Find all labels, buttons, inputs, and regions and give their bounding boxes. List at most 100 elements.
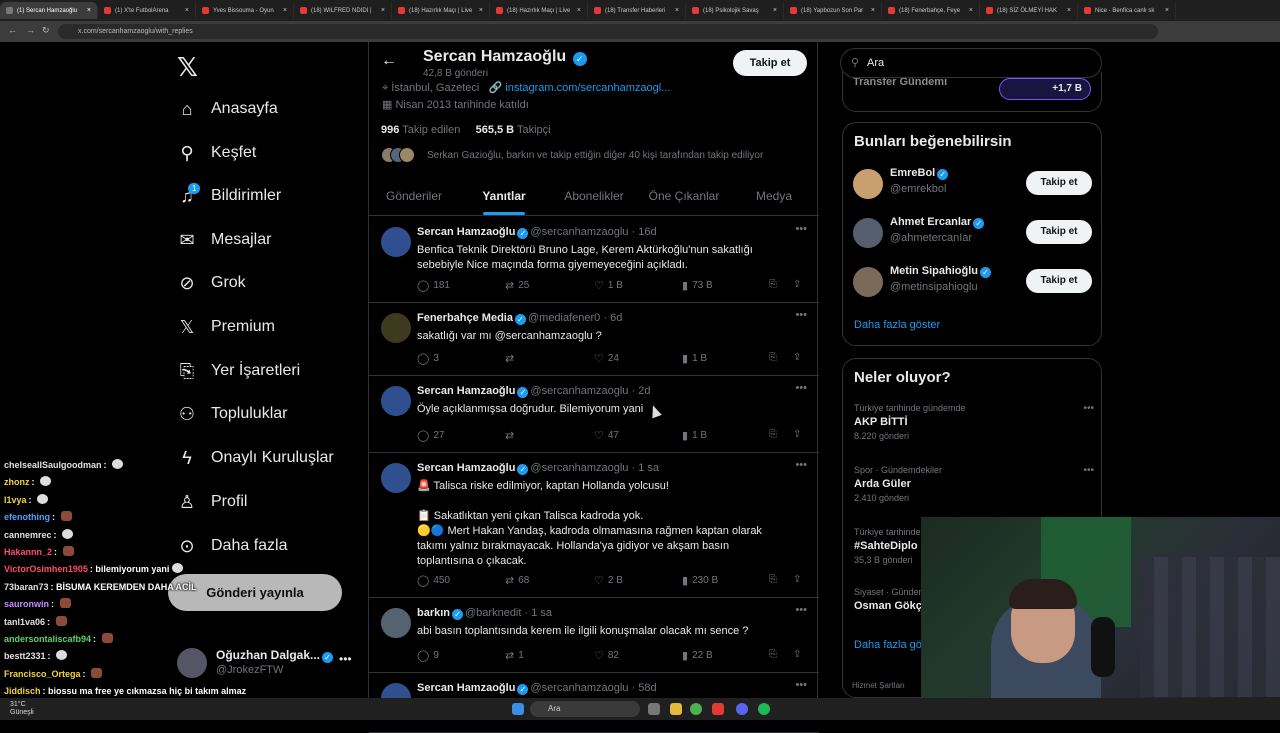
browser-tab[interactable]: (18) Hazırlık Maçı | Live × (392, 2, 490, 19)
tweet-time[interactable]: 2d (638, 385, 650, 397)
back-arrow-icon[interactable]: ← (8, 25, 17, 35)
suggestion-item[interactable]: EmreBol ✓ @emrekbol Takip et (843, 163, 1103, 203)
replies-action[interactable]: ◯ 27 (417, 429, 444, 442)
nav-item-10[interactable]: ♙ Profil (176, 487, 248, 517)
tweet-time[interactable]: 1 sa (531, 607, 552, 619)
follow-button[interactable]: Takip et (1026, 269, 1092, 293)
bookmark-icon[interactable]: ⎘ (769, 574, 777, 585)
address-bar[interactable]: x.com/sercanhamzaoglu/with_replies (58, 24, 1158, 39)
avatar[interactable] (381, 313, 411, 343)
reposts-action[interactable]: ⇄ (505, 352, 518, 365)
browser-tab[interactable]: (18) WILFRED NDIDI | × (294, 2, 392, 19)
known-followers[interactable]: Serkan Gazioğlu, barkın ve takip ettiğin… (381, 147, 763, 163)
tweet[interactable]: barkın ✓ @barknedit · 1 sa ••• abi basın top… (369, 598, 819, 673)
browser-tab[interactable]: (18) Fenerbahçe, Feye × (882, 2, 980, 19)
tab-2[interactable]: Yanıtlar (459, 176, 549, 215)
views-action[interactable]: ▮ 1 B (682, 352, 707, 365)
tweet[interactable]: Fenerbahçe Media ✓ @mediafener0 · 6d ••• sak… (369, 303, 819, 376)
close-icon[interactable]: × (87, 7, 91, 14)
bookmark-icon[interactable]: ⎘ (769, 279, 777, 290)
tweet-author[interactable]: Sercan Hamzaoğlu (417, 385, 515, 397)
chrome-icon[interactable] (690, 703, 702, 715)
avatar[interactable] (853, 267, 883, 297)
replies-action[interactable]: ◯ 181 (417, 279, 450, 292)
reposts-action[interactable]: ⇄ 25 (505, 279, 529, 292)
replies-action[interactable]: ◯ 450 (417, 574, 450, 587)
more-dots-icon[interactable]: ••• (339, 652, 352, 666)
likes-action[interactable]: ♡ 47 (594, 429, 619, 442)
browser-tab[interactable]: Yves Bissouma - Oyun × (196, 2, 294, 19)
close-icon[interactable]: × (675, 7, 679, 14)
avatar[interactable] (381, 227, 411, 257)
more-dots-icon[interactable]: ••• (795, 309, 807, 321)
replies-action[interactable]: ◯ 9 (417, 649, 439, 662)
nav-item-7[interactable]: ⎘ Yer İşaretleri (176, 356, 300, 386)
tweet[interactable]: Sercan Hamzaoğlu ✓ @sercanhamzaoglu · 16d •… (369, 217, 819, 303)
nav-item-2[interactable]: ⚲ Keşfet (176, 138, 256, 168)
reposts-action[interactable]: ⇄ 68 (505, 574, 529, 587)
close-icon[interactable]: × (479, 7, 483, 14)
followers-stat[interactable]: 565,5 B Takipçi (476, 124, 551, 136)
avatar[interactable] (381, 608, 411, 638)
likes-action[interactable]: ♡ 24 (594, 352, 619, 365)
tab-5[interactable]: Medya (729, 176, 819, 215)
likes-action[interactable]: ♡ 2 B (594, 574, 623, 587)
tweet-time[interactable]: 16d (638, 226, 656, 238)
tweet[interactable]: Sercan Hamzaoğlu ✓ @sercanhamzaoglu · 2d ••… (369, 376, 819, 453)
back-arrow-icon[interactable]: ← (381, 52, 397, 70)
spotify-icon[interactable] (758, 703, 770, 715)
x-logo-icon[interactable]: 𝕏 (177, 52, 198, 83)
browser-tab[interactable]: Nice - Benfica canlı sk × (1078, 2, 1176, 19)
more-dots-icon[interactable]: ••• (795, 604, 807, 616)
footer-terms-link[interactable]: Hizmet Şartları (852, 681, 905, 690)
nav-item-9[interactable]: ϟ Onaylı Kuruluşlar (176, 443, 333, 473)
nav-item-3[interactable]: ♫ Bildirimler 1 (176, 181, 281, 211)
show-more-link[interactable]: Daha fazla göster (854, 319, 940, 331)
tweet-author[interactable]: barkın (417, 607, 450, 619)
follow-button[interactable]: Takip et (733, 50, 807, 76)
suggestion-item[interactable]: Metin Sipahioğlu ✓ @metinsipahioglu Takip e… (843, 261, 1103, 301)
discord-icon[interactable] (736, 703, 748, 715)
nav-item-4[interactable]: ✉ Mesajlar (176, 225, 271, 255)
close-icon[interactable]: × (1067, 7, 1071, 14)
avatar[interactable] (381, 463, 411, 493)
account-switcher[interactable]: Oğuzhan Dalgak... ✓ @JrokezFTW ••• (177, 646, 357, 680)
following-stat[interactable]: 996 Takip edilen (381, 124, 460, 136)
weather-widget[interactable]: 31°C Güneşli (10, 701, 34, 717)
tweet-time[interactable]: 6d (610, 312, 622, 324)
app-icon[interactable] (712, 703, 724, 715)
explorer-icon[interactable] (670, 703, 682, 715)
show-more-trends-link[interactable]: Daha fazla gö (854, 639, 922, 651)
browser-tab[interactable]: (1) Sercan Hamzaoğlu × (0, 2, 98, 19)
browser-tab[interactable]: (18) SİZ ÖLMEYİ HAK × (980, 2, 1078, 19)
task-view-icon[interactable] (648, 703, 660, 715)
tweet-author[interactable]: Sercan Hamzaoğlu (417, 462, 515, 474)
search-input[interactable]: ⚲ Ara (840, 48, 1102, 78)
reposts-action[interactable]: ⇄ 1 (505, 649, 524, 662)
bookmark-icon[interactable]: ⎘ (769, 429, 777, 440)
close-icon[interactable]: × (969, 7, 973, 14)
tweet-author[interactable]: Sercan Hamzaoğlu (417, 226, 515, 238)
close-icon[interactable]: × (577, 7, 581, 14)
avatar[interactable] (853, 218, 883, 248)
transfer-count-pill[interactable]: +1,7 B (999, 78, 1091, 100)
nav-item-11[interactable]: ⊙ Daha fazla (176, 531, 287, 561)
more-dots-icon[interactable]: ••• (795, 382, 807, 394)
close-icon[interactable]: × (1165, 7, 1169, 14)
tweet-author[interactable]: Sercan Hamzaoğlu (417, 682, 515, 694)
reload-icon[interactable]: ↻ (42, 25, 50, 36)
reposts-action[interactable]: ⇄ (505, 429, 518, 442)
more-dots-icon[interactable]: ••• (795, 459, 807, 471)
tab-3[interactable]: Abonelikler (549, 176, 639, 215)
share-icon[interactable]: ⇪ (793, 352, 801, 363)
browser-tab[interactable]: (1) X'te FutbolArena × (98, 2, 196, 19)
share-icon[interactable]: ⇪ (793, 429, 801, 440)
avatar[interactable] (853, 169, 883, 199)
tweet-author[interactable]: Fenerbahçe Media (417, 312, 513, 324)
tab-1[interactable]: Gönderiler (369, 176, 459, 215)
follow-button[interactable]: Takip et (1026, 171, 1092, 195)
likes-action[interactable]: ♡ 82 (594, 649, 619, 662)
share-icon[interactable]: ⇪ (793, 574, 801, 585)
nav-item-6[interactable]: 𝕏 Premium (176, 312, 275, 342)
replies-action[interactable]: ◯ 3 (417, 352, 439, 365)
